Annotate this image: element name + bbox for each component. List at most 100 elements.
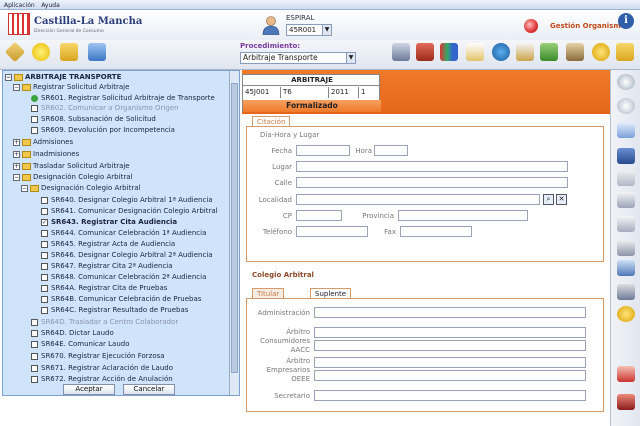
task-checkbox[interactable] <box>41 284 48 292</box>
task-checkbox[interactable] <box>41 251 48 259</box>
administracion-input[interactable] <box>314 307 586 318</box>
expand-icon[interactable]: + <box>13 150 20 158</box>
arbitro-consumidores-input-2[interactable] <box>314 340 586 351</box>
tree-task[interactable]: SR647. Registrar Cita 2ª Audiencia <box>41 261 173 271</box>
fax-input[interactable] <box>400 226 472 237</box>
tree-task[interactable]: SR601. Registrar Solicitud Arbitraje de … <box>31 93 215 103</box>
tree-task[interactable]: SR640. Designar Colegio Arbitral 1ª Audi… <box>41 195 213 205</box>
tab-citacion[interactable]: Citación <box>252 116 291 126</box>
secretario-input[interactable] <box>314 390 586 401</box>
task-checkbox[interactable] <box>41 207 48 215</box>
printer-icon[interactable] <box>617 284 635 300</box>
collapse-icon[interactable]: − <box>21 184 28 192</box>
calculator-icon[interactable] <box>617 260 635 276</box>
tools-icon[interactable] <box>617 240 635 256</box>
books-icon[interactable] <box>440 43 458 61</box>
clear-icon[interactable]: ✕ <box>556 194 567 205</box>
task-checkbox[interactable] <box>41 196 48 204</box>
tree-task[interactable]: SR64E. Comunicar Laudo <box>31 339 130 349</box>
tree-task[interactable]: SR608. Subsanación de Solicitud <box>31 114 156 124</box>
edit-icon[interactable] <box>617 170 635 186</box>
tree-item[interactable]: + Admisiones <box>13 137 73 147</box>
tree-scrollbar[interactable] <box>229 71 239 395</box>
tree-task[interactable]: SR645. Registrar Acta de Audiencia <box>41 239 175 249</box>
menu-ayuda[interactable]: Ayuda <box>41 2 60 9</box>
task-checkbox[interactable] <box>41 306 48 314</box>
tree-task[interactable]: SR648. Comunicar Celebración 2ª Audienci… <box>41 272 206 282</box>
hora-input[interactable] <box>374 145 408 156</box>
document-icon[interactable] <box>617 122 635 138</box>
settings-icon[interactable] <box>617 306 635 322</box>
tree-task[interactable]: SR671. Registrar Aclaración de Laudo <box>31 363 173 373</box>
task-checkbox[interactable] <box>31 352 38 360</box>
collapse-icon[interactable]: − <box>5 73 12 81</box>
tree-task[interactable]: SR64B. Comunicar Celebración de Pruebas <box>41 294 201 304</box>
expand-icon[interactable]: + <box>13 162 20 170</box>
fecha-input[interactable] <box>296 145 350 156</box>
arbitro-empresarios-input-2[interactable] <box>314 370 586 381</box>
globe-icon[interactable] <box>492 43 510 61</box>
save-icon[interactable] <box>617 148 635 164</box>
tree-item[interactable]: − Designación Colegio Arbitral <box>21 183 140 193</box>
menu-aplicacion[interactable]: Aplicación <box>4 2 35 9</box>
printer-icon[interactable] <box>392 43 410 61</box>
scrollbar-thumb[interactable] <box>231 83 238 373</box>
task-checkbox[interactable] <box>41 229 48 237</box>
task-checkbox[interactable] <box>31 364 38 372</box>
tree-task[interactable]: SR646. Designar Colegio Arbitral 2ª Audi… <box>41 250 213 260</box>
calle-input[interactable] <box>296 177 568 188</box>
tree-task[interactable]: SR64D. Trasladar a Centro Colaborador <box>31 317 178 327</box>
link-icon[interactable] <box>617 216 635 232</box>
exit-icon[interactable] <box>617 394 635 410</box>
task-checkbox[interactable] <box>41 295 48 303</box>
tools-icon[interactable] <box>540 43 558 61</box>
tree-task[interactable]: SR672. Registrar Acción de Anulación <box>31 374 173 384</box>
expand-icon[interactable]: + <box>13 138 20 146</box>
lightbulb-icon[interactable] <box>32 43 50 61</box>
task-checkbox[interactable] <box>41 273 48 281</box>
tree-task[interactable]: SR641. Comunicar Designación Colegio Arb… <box>41 206 218 216</box>
tree-task[interactable]: SR64A. Registrar Cita de Pruebas <box>41 283 167 293</box>
task-checkbox[interactable] <box>31 375 38 383</box>
telefono-input[interactable] <box>296 226 368 237</box>
task-checkbox[interactable] <box>41 240 48 248</box>
organism-icon[interactable] <box>524 19 538 33</box>
task-checkbox[interactable] <box>31 126 38 134</box>
info-icon[interactable]: i <box>618 13 634 29</box>
edit-icon[interactable] <box>4 41 26 63</box>
tree-task[interactable]: SR602. Comunicar a Organismo Origen <box>31 103 179 113</box>
tree-root[interactable]: − ARBITRAJE TRANSPORTE <box>5 72 121 82</box>
tree-item[interactable]: − Registrar Solicitud Arbitraje <box>13 82 129 92</box>
tab-titular[interactable]: Titular <box>252 288 285 298</box>
search-document-icon[interactable] <box>516 43 534 61</box>
espiral-select[interactable]: 45R001 ▼ <box>286 24 332 36</box>
report-icon[interactable] <box>416 43 434 61</box>
task-checkbox[interactable] <box>31 329 38 337</box>
attach-icon[interactable] <box>617 192 635 208</box>
cp-input[interactable] <box>296 210 342 221</box>
aceptar-button[interactable]: Aceptar <box>63 384 115 395</box>
folder-icon[interactable] <box>60 43 78 61</box>
tree-task[interactable]: SR609. Devolución por Incompetencia <box>31 125 175 135</box>
arbitro-consumidores-input[interactable] <box>314 327 586 338</box>
task-checkbox[interactable] <box>31 104 38 112</box>
task-checkbox-checked[interactable]: ✓ <box>41 218 48 226</box>
procedimiento-select[interactable]: Arbitraje Transporte ▼ <box>240 52 356 64</box>
tree-task[interactable]: SR64D. Dictar Laudo <box>31 328 114 338</box>
tree-item[interactable]: − Designación Colegio Arbitral <box>13 172 132 182</box>
settings-icon[interactable] <box>592 43 610 61</box>
back-icon[interactable] <box>617 98 635 114</box>
tree-task[interactable]: SR64C. Registrar Resultado de Pruebas <box>41 305 188 315</box>
tree-item[interactable]: + Inadmisiones <box>13 149 79 159</box>
tree-task[interactable]: SR644. Comunicar Celebración 1ª Audienci… <box>41 228 206 238</box>
search-locality-icon[interactable]: ⌕ <box>543 194 554 205</box>
tree-item[interactable]: + Trasladar Solicitud Arbitraje <box>13 161 130 171</box>
localidad-input[interactable] <box>296 194 540 205</box>
arbitro-empresarios-input[interactable] <box>314 357 586 368</box>
cancelar-button[interactable]: Cancelar <box>123 384 175 395</box>
tab-suplente[interactable]: Suplente <box>310 288 352 298</box>
provincia-input[interactable] <box>398 210 528 221</box>
collapse-icon[interactable]: − <box>13 83 20 91</box>
gestion-organismo-link[interactable]: Gestión Organismo <box>550 22 625 30</box>
database-icon[interactable] <box>88 43 106 61</box>
